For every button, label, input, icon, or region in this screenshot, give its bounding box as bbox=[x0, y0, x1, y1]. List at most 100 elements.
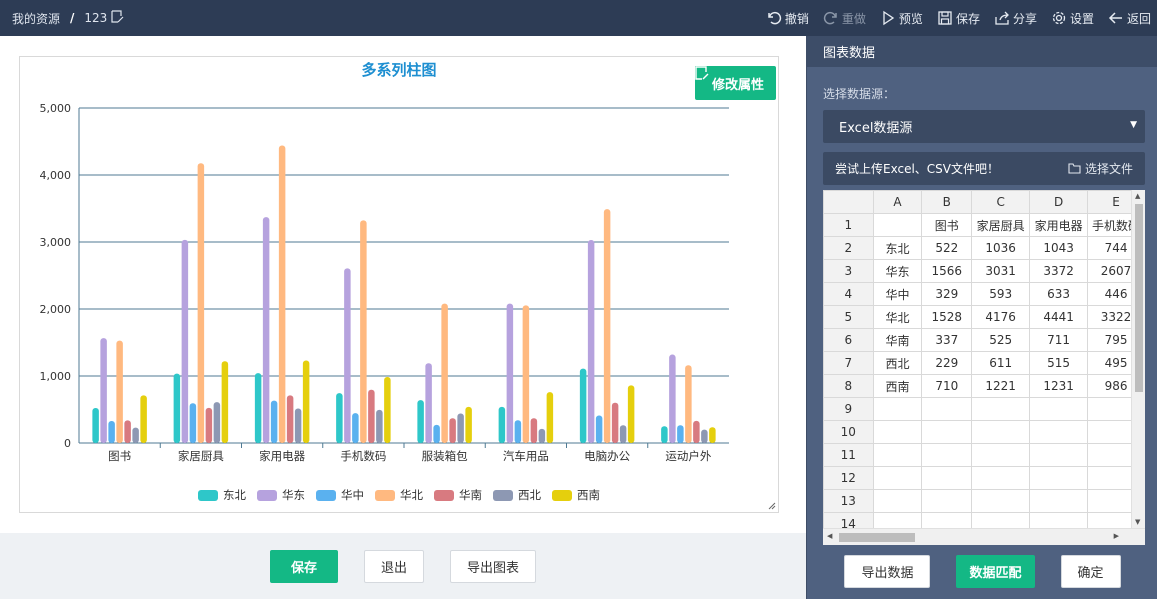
table-cell[interactable]: 华北 bbox=[872, 305, 923, 329]
table-cell[interactable]: 711 bbox=[1029, 328, 1089, 352]
table-cell[interactable] bbox=[872, 466, 923, 490]
confirm-button[interactable]: 确定 bbox=[1060, 555, 1121, 588]
table-cell[interactable] bbox=[921, 397, 973, 421]
table-cell[interactable]: 3031 bbox=[971, 259, 1031, 283]
table-cell[interactable] bbox=[971, 466, 1031, 490]
column-header[interactable]: B bbox=[921, 190, 973, 214]
table-cell[interactable]: 华东 bbox=[872, 259, 923, 283]
row-number[interactable]: 11 bbox=[823, 443, 874, 467]
table-cell[interactable]: 525 bbox=[971, 328, 1031, 352]
table-cell[interactable]: 633 bbox=[1029, 282, 1089, 306]
match-data-button[interactable]: 数据匹配 bbox=[956, 555, 1035, 588]
row-number[interactable]: 13 bbox=[823, 489, 874, 513]
scroll-up-icon[interactable]: ▲ bbox=[1135, 192, 1140, 200]
table-cell[interactable]: 1036 bbox=[971, 236, 1031, 260]
resize-handle-icon[interactable] bbox=[768, 502, 776, 510]
table-cell[interactable]: 1043 bbox=[1029, 236, 1089, 260]
table-cell[interactable]: 611 bbox=[971, 351, 1031, 375]
table-cell[interactable] bbox=[921, 443, 973, 467]
table-cell[interactable] bbox=[1029, 466, 1089, 490]
horizontal-scroll-thumb[interactable] bbox=[839, 533, 915, 542]
table-cell[interactable]: 东北 bbox=[872, 236, 923, 260]
save-button[interactable]: 保存 bbox=[269, 549, 338, 583]
breadcrumb-root[interactable]: 我的资源 bbox=[12, 10, 60, 27]
row-number[interactable]: 6 bbox=[823, 328, 874, 352]
chart-container[interactable]: 多系列柱图 0 1,000 2,000 3,000 4,000 5,000 图书 家居厨具 家用电… bbox=[19, 56, 779, 513]
table-cell[interactable] bbox=[921, 420, 973, 444]
table-cell[interactable]: 1221 bbox=[971, 374, 1031, 398]
bar bbox=[522, 305, 530, 443]
horizontal-scrollbar[interactable]: ◀ ▶ bbox=[823, 528, 1145, 545]
table-cell[interactable] bbox=[872, 489, 923, 513]
table-cell[interactable]: 337 bbox=[921, 328, 973, 352]
vertical-scrollbar[interactable]: ▲ ▼ bbox=[1131, 190, 1145, 528]
row-number[interactable]: 10 bbox=[823, 420, 874, 444]
row-number[interactable]: 12 bbox=[823, 466, 874, 490]
rename-icon[interactable] bbox=[111, 10, 124, 26]
table-cell[interactable]: 329 bbox=[921, 282, 973, 306]
row-number[interactable]: 8 bbox=[823, 374, 874, 398]
table-cell[interactable] bbox=[971, 420, 1031, 444]
table-cell[interactable] bbox=[1029, 397, 1089, 421]
table-cell[interactable] bbox=[971, 397, 1031, 421]
row-number[interactable]: 9 bbox=[823, 397, 874, 421]
table-cell[interactable] bbox=[872, 443, 923, 467]
table-cell[interactable]: 229 bbox=[921, 351, 973, 375]
table-cell[interactable] bbox=[971, 489, 1031, 513]
share-button[interactable]: 分享 bbox=[994, 10, 1037, 27]
bar bbox=[140, 395, 147, 443]
table-cell[interactable] bbox=[872, 420, 923, 444]
settings-button[interactable]: 设置 bbox=[1051, 10, 1094, 27]
table-cell[interactable]: 家用电器 bbox=[1029, 213, 1089, 237]
save-top-button[interactable]: 保存 bbox=[937, 10, 980, 27]
undo-button[interactable]: 撤销 bbox=[766, 10, 809, 27]
export-chart-button[interactable]: 导出图表 bbox=[450, 549, 537, 583]
table-cell[interactable] bbox=[872, 213, 923, 237]
table-cell[interactable] bbox=[971, 443, 1031, 467]
table-cell[interactable]: 4176 bbox=[971, 305, 1031, 329]
table-cell[interactable] bbox=[872, 397, 923, 421]
table-cell[interactable] bbox=[1029, 420, 1089, 444]
table-cell[interactable]: 1528 bbox=[921, 305, 973, 329]
vertical-scroll-thumb[interactable] bbox=[1135, 204, 1143, 392]
table-cell[interactable]: 4441 bbox=[1029, 305, 1089, 329]
column-header[interactable]: D bbox=[1029, 190, 1089, 214]
table-cell[interactable]: 1566 bbox=[921, 259, 973, 283]
data-source-select[interactable]: Excel数据源 ▼ bbox=[823, 110, 1145, 143]
row-number[interactable]: 3 bbox=[823, 259, 874, 283]
table-cell[interactable]: 西北 bbox=[872, 351, 923, 375]
table-cell[interactable]: 图书 bbox=[921, 213, 973, 237]
table-cell[interactable] bbox=[921, 466, 973, 490]
scroll-down-icon[interactable]: ▼ bbox=[1135, 518, 1140, 526]
row-number[interactable]: 5 bbox=[823, 305, 874, 329]
table-cell[interactable]: 华中 bbox=[872, 282, 923, 306]
table-cell[interactable]: 华南 bbox=[872, 328, 923, 352]
table-cell[interactable] bbox=[921, 489, 973, 513]
table-cell[interactable]: 710 bbox=[921, 374, 973, 398]
export-data-button[interactable]: 导出数据 bbox=[844, 555, 931, 588]
redo-button[interactable]: 重做 bbox=[823, 10, 866, 27]
table-cell[interactable] bbox=[1029, 489, 1089, 513]
back-button[interactable]: 返回 bbox=[1108, 10, 1151, 27]
table-cell[interactable]: 522 bbox=[921, 236, 973, 260]
column-header[interactable]: C bbox=[971, 190, 1031, 214]
scroll-right-icon[interactable]: ▶ bbox=[1114, 532, 1119, 540]
pick-file-button[interactable]: 选择文件 bbox=[1068, 160, 1133, 177]
row-number[interactable]: 7 bbox=[823, 351, 874, 375]
edit-properties-button[interactable]: 修改属性 bbox=[694, 66, 776, 100]
row-number[interactable]: 1 bbox=[823, 213, 874, 237]
table-cell[interactable]: 593 bbox=[971, 282, 1031, 306]
table-cell[interactable]: 西南 bbox=[872, 374, 923, 398]
table-cell[interactable]: 3372 bbox=[1029, 259, 1089, 283]
exit-button[interactable]: 退出 bbox=[363, 549, 424, 583]
scroll-left-icon[interactable]: ◀ bbox=[827, 532, 832, 540]
spreadsheet[interactable]: A B C D E 1 图书 家居厨具 家用电器 手机数码 2 东北 522 1036 1043 7… bbox=[823, 190, 1145, 545]
table-cell[interactable] bbox=[1029, 443, 1089, 467]
preview-button[interactable]: 预览 bbox=[880, 10, 923, 27]
column-header[interactable]: A bbox=[872, 190, 923, 214]
row-number[interactable]: 2 bbox=[823, 236, 874, 260]
row-number[interactable]: 4 bbox=[823, 282, 874, 306]
table-cell[interactable]: 家居厨具 bbox=[971, 213, 1031, 237]
table-cell[interactable]: 1231 bbox=[1029, 374, 1089, 398]
table-cell[interactable]: 515 bbox=[1029, 351, 1089, 375]
